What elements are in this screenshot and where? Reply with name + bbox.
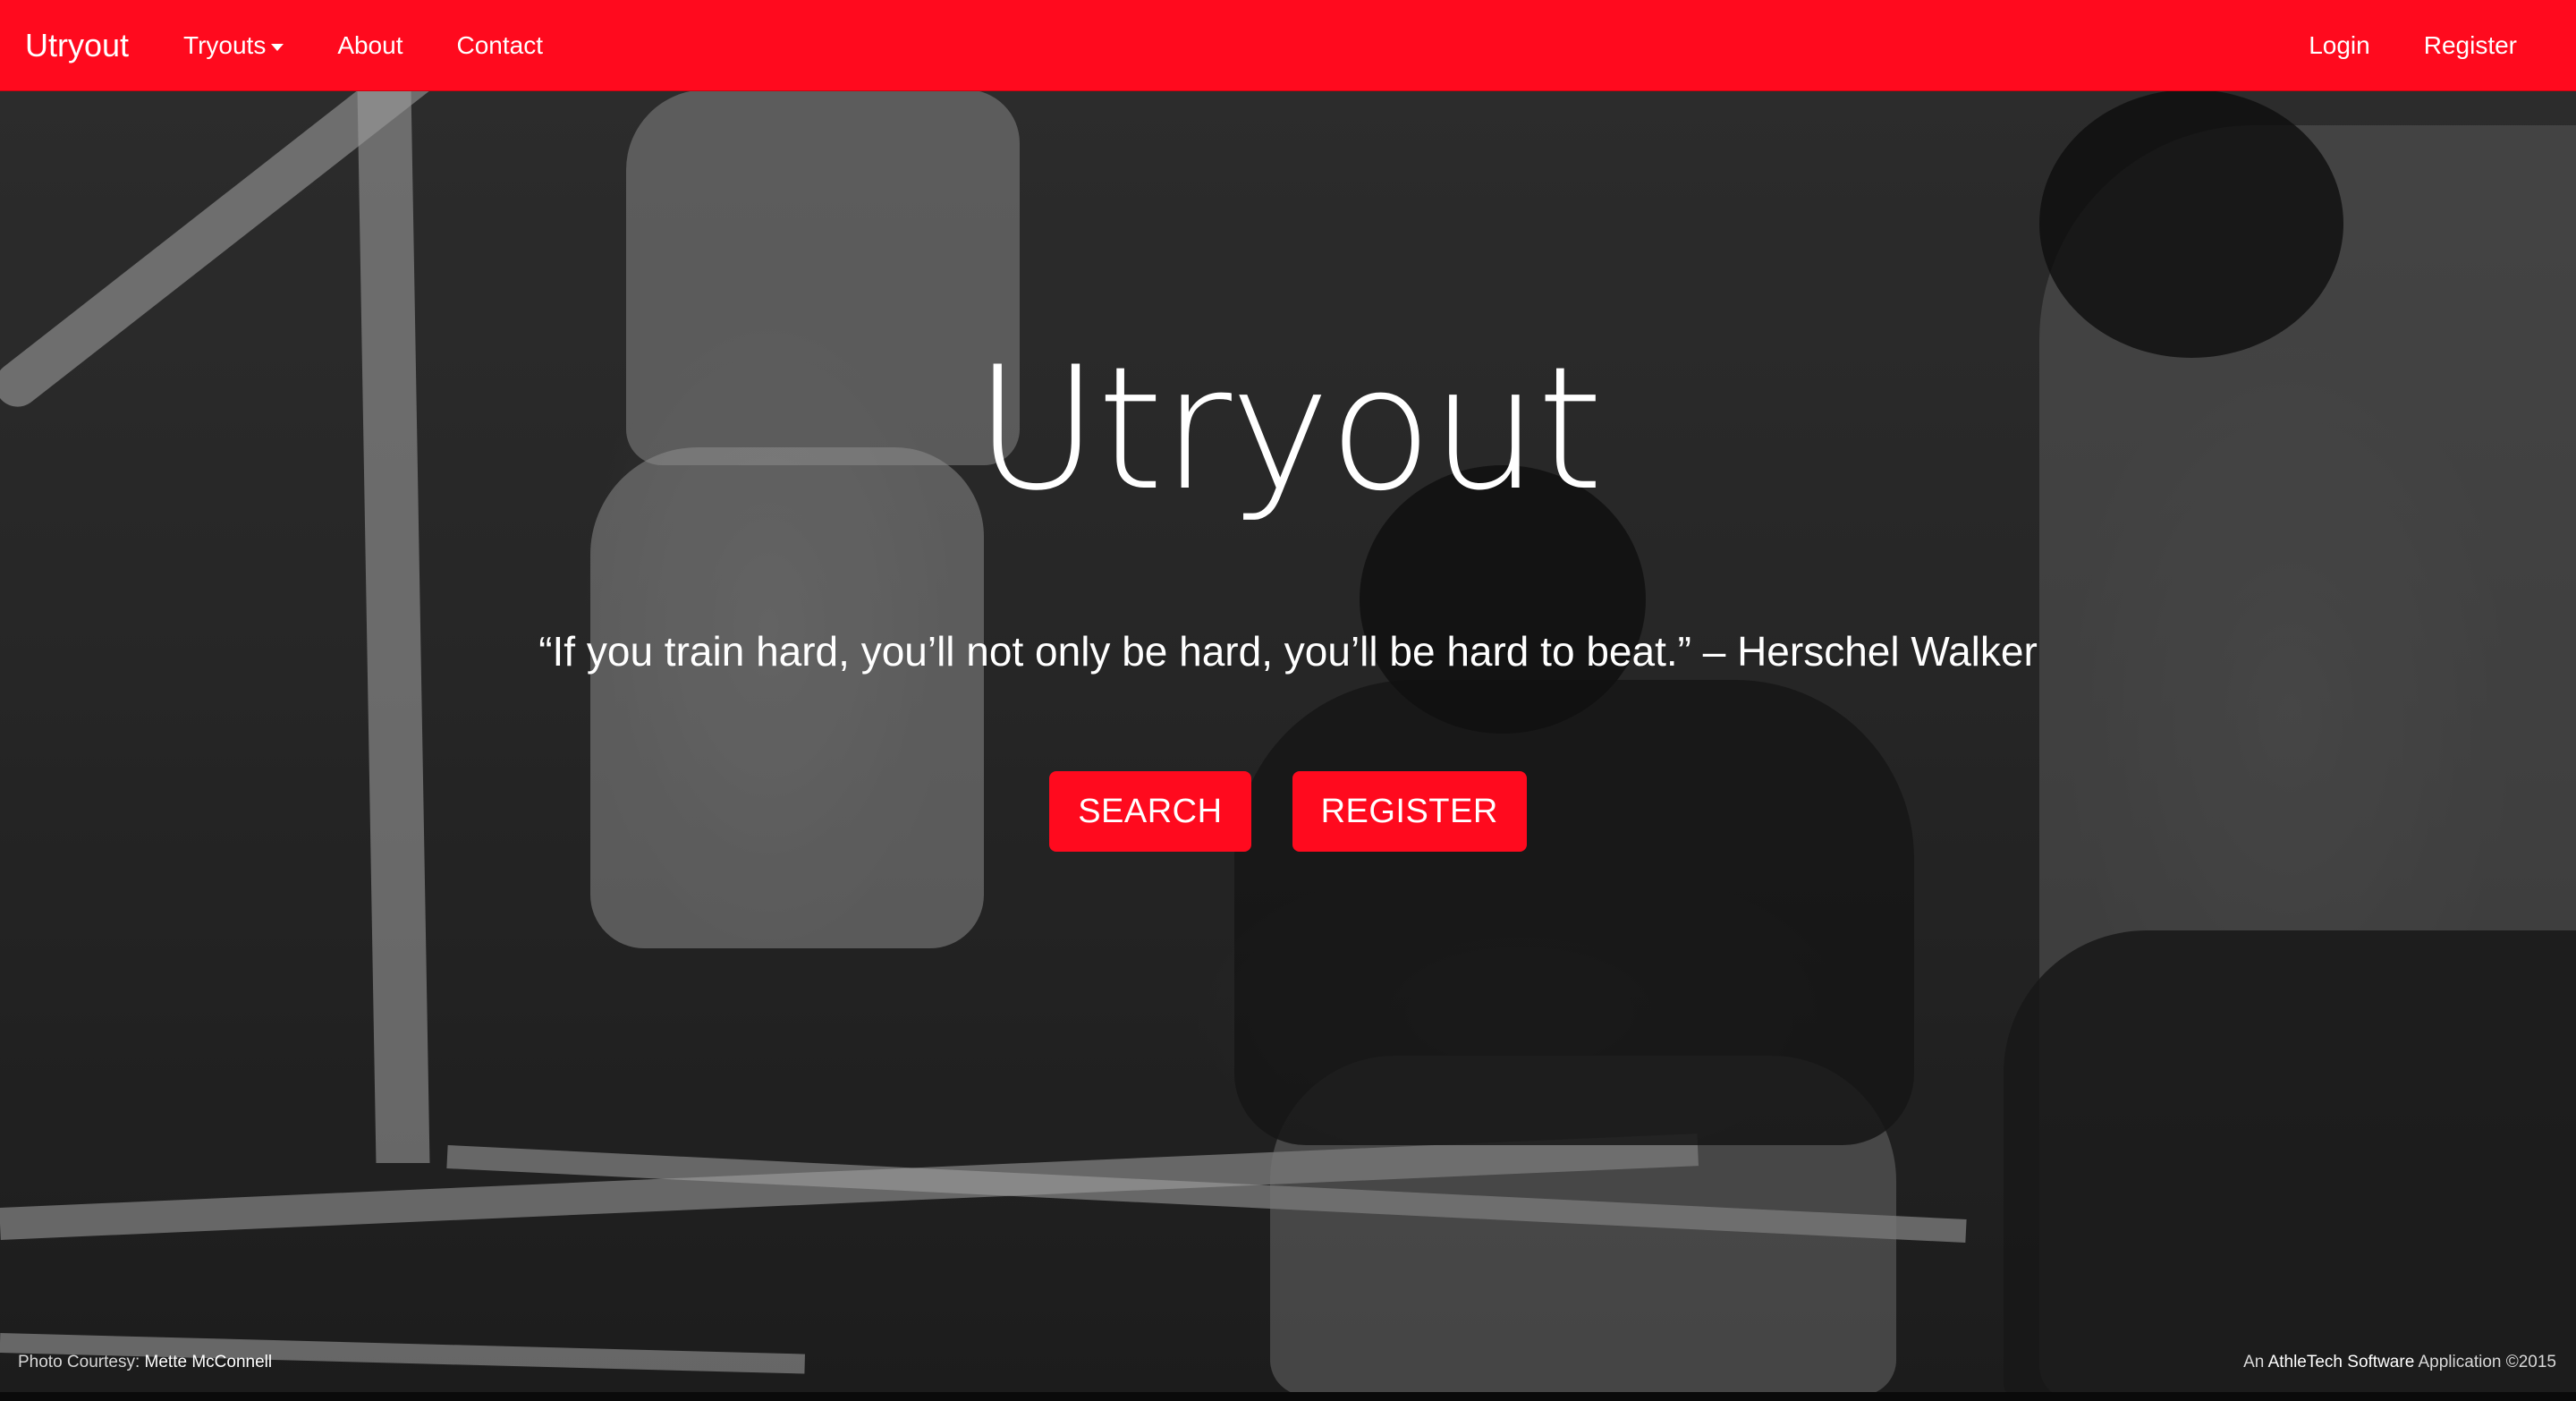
hero-quote: “If you train hard, you’ll not only be h… (538, 628, 2038, 675)
hero-background (0, 0, 2576, 1401)
nav-tryouts-label: Tryouts (183, 31, 267, 59)
app-credit: An AthleTech Software Application ©2015 (2243, 1353, 2556, 1372)
nav-register[interactable]: Register (2397, 0, 2544, 90)
photo-credit: Photo Courtesy: Mette McConnell (18, 1353, 272, 1372)
app-credit-prefix: An (2243, 1353, 2265, 1371)
dark-overlay (0, 0, 2576, 1401)
search-button[interactable]: SEARCH (1049, 771, 1251, 852)
hero-buttons: SEARCH REGISTER (0, 771, 2576, 852)
brand-logo[interactable]: Utryout (25, 0, 129, 90)
hero-title: Utryout (974, 330, 1603, 528)
photo-credit-label: Photo Courtesy: (18, 1353, 140, 1371)
nav-login[interactable]: Login (2282, 0, 2397, 90)
photo-credit-name: Mette McConnell (144, 1353, 273, 1371)
nav-about[interactable]: About (310, 0, 429, 90)
nav-contact[interactable]: Contact (429, 0, 570, 90)
app-credit-suffix: Application ©2015 (2418, 1353, 2557, 1371)
caret-down-icon (271, 43, 284, 51)
nav-right-group: Login Register (2282, 0, 2544, 90)
nav-left-group: Tryouts About Contact (157, 0, 570, 90)
app-credit-company: AthleTech Software (2267, 1353, 2415, 1371)
bottom-bar (0, 1392, 2576, 1401)
register-button[interactable]: REGISTER (1292, 771, 1527, 852)
top-navbar: Utryout Tryouts About Contact Login Regi… (0, 0, 2576, 91)
nav-tryouts-dropdown[interactable]: Tryouts (157, 0, 310, 90)
